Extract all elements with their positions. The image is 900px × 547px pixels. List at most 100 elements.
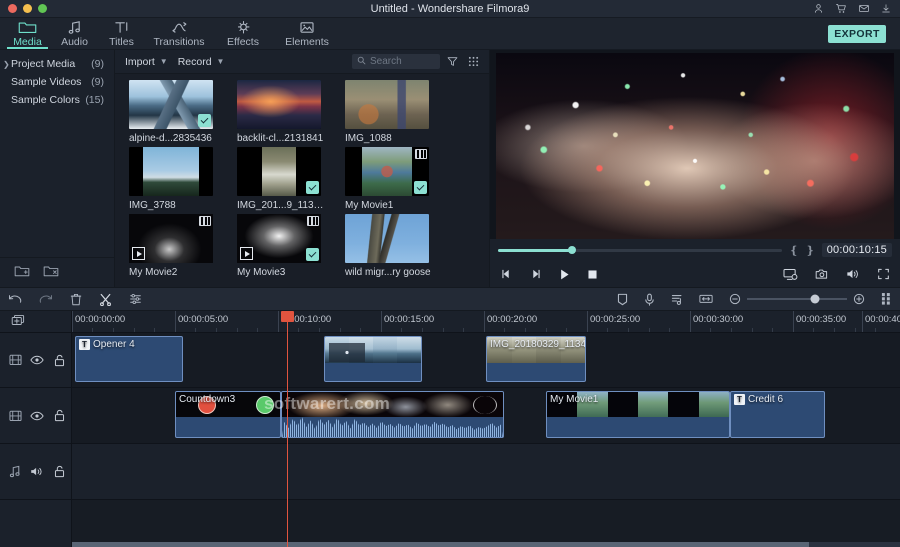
minimize-window-button[interactable] xyxy=(23,4,32,13)
eye-icon[interactable] xyxy=(26,355,48,365)
timeline-clip[interactable]: T Credit 6 xyxy=(730,391,825,438)
fit-timeline-icon[interactable] xyxy=(699,293,713,305)
preview-timecode[interactable]: 00:00:10:15 xyxy=(821,243,892,257)
zoom-slider-knob[interactable] xyxy=(810,294,820,304)
volume-icon[interactable] xyxy=(846,268,860,280)
mark-out-icon[interactable]: ❵ xyxy=(805,244,814,257)
timeline-body[interactable]: 00:00:00:00 00:00:05:00 00:00:10:00 00:0… xyxy=(72,311,900,547)
timeline-ruler[interactable]: 00:00:00:00 00:00:05:00 00:00:10:00 00:0… xyxy=(72,311,900,333)
tab-effects[interactable]: Effects xyxy=(213,18,273,49)
media-thumbnail[interactable] xyxy=(345,214,429,263)
timeline-zoom-control[interactable] xyxy=(729,293,865,305)
video-track-icon[interactable] xyxy=(4,410,26,422)
next-frame-button[interactable] xyxy=(529,268,542,280)
eye-icon[interactable] xyxy=(26,411,48,421)
fullscreen-icon[interactable] xyxy=(877,268,890,280)
settings-list-icon[interactable] xyxy=(129,293,142,305)
timeline-horizontal-scrollbar[interactable] xyxy=(72,542,900,547)
account-icon[interactable] xyxy=(813,3,824,14)
media-item[interactable]: IMG_1088 xyxy=(345,80,453,145)
sidebar-item-sample-videos[interactable]: Sample Videos (9) xyxy=(0,73,114,91)
mark-in-icon[interactable]: ❴ xyxy=(789,244,798,257)
media-thumbnail[interactable] xyxy=(345,80,429,129)
tab-titles[interactable]: Titles xyxy=(98,18,145,49)
tab-elements[interactable]: Elements xyxy=(273,18,341,49)
zoom-slider[interactable] xyxy=(747,294,847,304)
timeline-clip[interactable] xyxy=(324,336,422,382)
voiceover-icon[interactable] xyxy=(644,293,655,306)
media-item[interactable]: My Movie1 xyxy=(345,147,453,212)
speaker-icon[interactable] xyxy=(26,466,48,477)
stop-button[interactable] xyxy=(587,269,598,280)
snapshot-icon[interactable] xyxy=(815,268,829,280)
media-item[interactable]: My Movie3 xyxy=(237,214,345,279)
new-folder-icon[interactable] xyxy=(14,264,30,281)
scrollbar-thumb[interactable] xyxy=(72,542,809,547)
timeline-clip[interactable]: T Opener 4 xyxy=(75,336,183,382)
tab-media[interactable]: Media xyxy=(4,18,51,49)
media-item[interactable]: backlit-cl...2131841 xyxy=(237,80,345,145)
render-preview-icon[interactable] xyxy=(881,292,892,306)
maximize-window-button[interactable] xyxy=(38,4,47,13)
export-button[interactable]: EXPORT xyxy=(828,25,886,43)
media-thumbnail[interactable] xyxy=(129,214,213,263)
media-thumbnail[interactable] xyxy=(237,214,321,263)
preview-video[interactable] xyxy=(496,53,894,239)
playback-progress-slider[interactable] xyxy=(498,246,783,254)
timeline-track-video-1[interactable]: T Opener 4 IMG_20180329_11343 xyxy=(72,333,900,388)
delete-icon[interactable] xyxy=(70,293,82,306)
marker-icon[interactable] xyxy=(617,293,628,306)
audio-track-icon[interactable] xyxy=(4,465,26,478)
add-track-icon[interactable] xyxy=(11,314,25,330)
chevron-down-icon: ▼ xyxy=(216,57,225,66)
mail-icon[interactable] xyxy=(858,3,870,14)
media-thumbnail[interactable] xyxy=(237,147,321,196)
timeline-clip[interactable]: My Movie1 xyxy=(546,391,730,438)
media-thumbnail[interactable] xyxy=(237,80,321,129)
close-window-button[interactable] xyxy=(8,4,17,13)
record-dropdown[interactable]: Record ▼ xyxy=(175,56,228,68)
progress-knob[interactable] xyxy=(567,246,576,254)
video-track-icon[interactable] xyxy=(4,354,26,366)
download-icon[interactable] xyxy=(881,3,891,14)
chevron-right-icon[interactable]: ❯ xyxy=(3,60,11,69)
timeline-clip[interactable] xyxy=(281,391,504,438)
lock-icon[interactable] xyxy=(49,465,71,478)
tab-transitions[interactable]: Transitions xyxy=(145,18,213,49)
preview-controls xyxy=(490,261,900,287)
timeline-clip[interactable]: IMG_20180329_11343 xyxy=(486,336,586,382)
undo-icon[interactable] xyxy=(8,293,22,305)
zoom-out-icon[interactable] xyxy=(729,293,741,305)
search-input[interactable]: Search xyxy=(352,54,440,69)
sidebar-item-sample-colors[interactable]: Sample Colors (15) xyxy=(0,91,114,109)
media-item[interactable]: My Movie2 xyxy=(129,214,237,279)
media-item[interactable]: alpine-d...2835436 xyxy=(129,80,237,145)
lock-icon[interactable] xyxy=(49,354,71,367)
cart-icon[interactable] xyxy=(835,3,847,14)
grid-view-icon[interactable] xyxy=(465,56,482,67)
tab-audio[interactable]: Audio xyxy=(51,18,98,49)
media-item[interactable]: IMG_3788 xyxy=(129,147,237,212)
filter-icon[interactable] xyxy=(444,56,461,67)
ruler-label: 00:00:15:00 xyxy=(384,314,435,325)
redo-icon[interactable] xyxy=(39,293,53,305)
media-thumbnail[interactable] xyxy=(129,80,213,129)
window-controls[interactable] xyxy=(0,4,47,13)
detach-audio-icon[interactable] xyxy=(671,293,683,306)
zoom-in-icon[interactable] xyxy=(853,293,865,305)
play-button[interactable] xyxy=(558,268,571,281)
sidebar-item-project-media[interactable]: ❯ Project Media (9) xyxy=(0,55,114,73)
media-item[interactable]: wild migr...ry goose xyxy=(345,214,453,279)
lock-icon[interactable] xyxy=(49,409,71,422)
media-thumbnail[interactable] xyxy=(345,147,429,196)
media-thumbnail[interactable] xyxy=(129,147,213,196)
timeline-track-audio-1[interactable] xyxy=(72,444,900,500)
media-item[interactable]: IMG_201...9_113438 xyxy=(237,147,345,212)
timeline-clip[interactable]: Countdown3 xyxy=(175,391,281,438)
import-dropdown[interactable]: Import ▼ xyxy=(122,56,171,68)
timeline-track-video-2[interactable]: Countdown3 My Movie1 T Credit 6 software… xyxy=(72,388,900,444)
screen-settings-icon[interactable] xyxy=(783,268,798,281)
prev-frame-button[interactable] xyxy=(500,268,513,280)
delete-folder-icon[interactable] xyxy=(43,264,59,281)
split-icon[interactable] xyxy=(99,293,112,306)
